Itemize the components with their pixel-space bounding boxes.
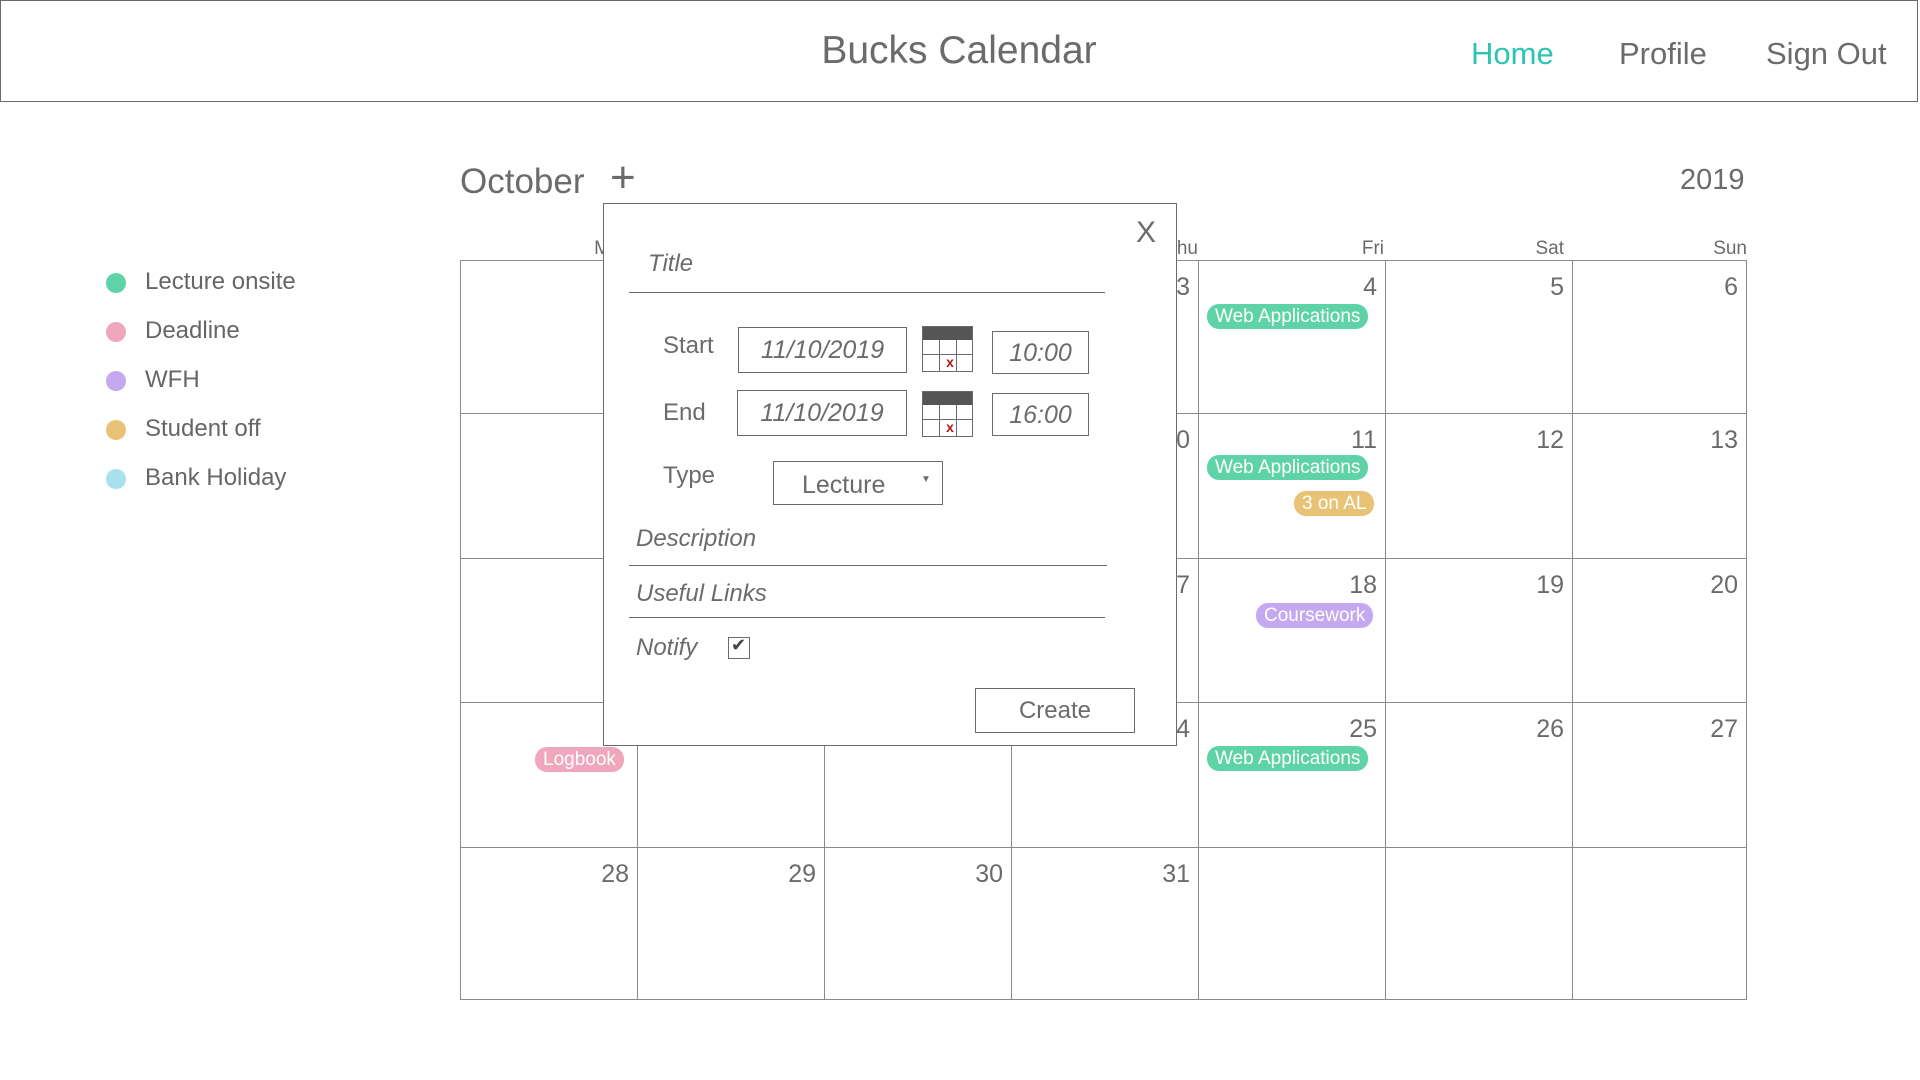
- create-button[interactable]: Create: [975, 688, 1135, 733]
- day-cell[interactable]: 31: [1012, 848, 1199, 999]
- event-3-on-al[interactable]: 3 on AL: [1294, 491, 1375, 516]
- start-date-input[interactable]: 11/10/2019: [738, 327, 907, 373]
- event-coursework[interactable]: Coursework: [1256, 603, 1374, 628]
- day-number: 13: [1710, 426, 1738, 454]
- create-event-modal: X Title Start 11/10/2019 x 10:00 End 11/…: [603, 203, 1177, 746]
- end-time-input[interactable]: 16:00: [992, 393, 1089, 436]
- day-cell[interactable]: 25: [1199, 703, 1386, 848]
- app-header: Bucks Calendar Home Profile Sign Out: [0, 0, 1918, 102]
- nav-signout-link[interactable]: Sign Out: [1766, 36, 1887, 72]
- legend-label: WFH: [145, 366, 200, 393]
- weekday-sat: Sat: [1535, 238, 1564, 259]
- event-logbook[interactable]: Logbook: [535, 747, 624, 772]
- close-modal-button[interactable]: X: [1136, 216, 1156, 250]
- day-cell[interactable]: [1199, 848, 1386, 999]
- day-cell[interactable]: 30: [825, 848, 1012, 999]
- student-off-color-dot: [106, 420, 126, 440]
- event-web-applications[interactable]: Web Applications: [1207, 455, 1369, 480]
- day-number: 7: [1176, 571, 1190, 599]
- day-number: 4: [1176, 715, 1190, 743]
- nav-home-link[interactable]: Home: [1471, 36, 1554, 72]
- bank-holiday-color-dot: [106, 469, 126, 489]
- day-cell[interactable]: 19: [1386, 559, 1573, 703]
- day-number: 30: [975, 860, 1003, 888]
- month-title: October: [460, 162, 585, 201]
- day-cell[interactable]: 28: [461, 848, 638, 999]
- day-cell[interactable]: 13: [1573, 414, 1746, 559]
- legend-label: Student off: [145, 415, 261, 442]
- day-number: 29: [788, 860, 816, 888]
- type-select-value: Lecture: [802, 471, 886, 499]
- day-cell[interactable]: 26: [1386, 703, 1573, 848]
- end-date-input[interactable]: 11/10/2019: [737, 390, 907, 436]
- weekday-fri: Fri: [1361, 238, 1384, 259]
- wfh-color-dot: [106, 371, 126, 391]
- add-event-button[interactable]: +: [610, 156, 636, 200]
- day-cell[interactable]: 12: [1386, 414, 1573, 559]
- day-cell[interactable]: [1386, 848, 1573, 999]
- type-select[interactable]: Lecture ▼: [773, 461, 943, 505]
- day-cell[interactable]: 5: [1386, 261, 1573, 414]
- notify-label: Notify: [636, 634, 698, 661]
- event-web-applications[interactable]: Web Applications: [1207, 304, 1369, 329]
- start-label: Start: [663, 332, 714, 359]
- day-cell[interactable]: 20: [1573, 559, 1746, 703]
- day-number: 11: [1351, 426, 1377, 454]
- useful-links-input[interactable]: Useful Links: [636, 580, 767, 608]
- caret-down-icon: ▼: [921, 474, 931, 485]
- day-number: 6: [1724, 273, 1738, 301]
- day-cell[interactable]: 27: [1573, 703, 1746, 848]
- title-underline: [629, 292, 1105, 293]
- description-input[interactable]: Description: [636, 525, 756, 553]
- lecture-onsite-color-dot: [106, 273, 126, 293]
- nav-profile-link[interactable]: Profile: [1619, 36, 1707, 72]
- title-input[interactable]: Title: [648, 250, 693, 278]
- notify-checkbox[interactable]: ✔: [728, 635, 750, 659]
- day-number: 25: [1349, 715, 1377, 743]
- legend-label: Lecture onsite: [145, 268, 296, 295]
- checkmark-icon: ✔: [731, 635, 747, 655]
- legend-label: Bank Holiday: [145, 464, 287, 491]
- day-number: 28: [601, 860, 629, 888]
- day-number: 4: [1363, 273, 1377, 301]
- event-web-applications[interactable]: Web Applications: [1207, 746, 1369, 771]
- year-label: 2019: [1680, 164, 1745, 196]
- day-number: 0: [1176, 426, 1190, 454]
- weekday-sun: Sun: [1713, 238, 1747, 259]
- legend-label: Deadline: [145, 317, 240, 344]
- description-underline: [629, 565, 1107, 566]
- day-cell[interactable]: [1573, 848, 1746, 999]
- start-time-input[interactable]: 10:00: [992, 331, 1089, 374]
- day-number: 3: [1176, 273, 1190, 301]
- day-cell[interactable]: 11: [1199, 414, 1386, 559]
- day-cell[interactable]: 6: [1573, 261, 1746, 414]
- day-cell[interactable]: 4: [1199, 261, 1386, 414]
- deadline-color-dot: [106, 322, 126, 342]
- day-cell[interactable]: 18: [1199, 559, 1386, 703]
- day-number: 31: [1162, 860, 1190, 888]
- plus-icon: +: [610, 153, 636, 202]
- day-cell[interactable]: 29: [638, 848, 825, 999]
- useful-links-underline: [629, 617, 1105, 618]
- day-number: 26: [1536, 715, 1564, 743]
- day-number: 5: [1550, 273, 1564, 301]
- type-label: Type: [663, 462, 716, 489]
- day-number: 19: [1536, 571, 1564, 599]
- day-number: 18: [1349, 571, 1377, 599]
- day-number: 20: [1710, 571, 1738, 599]
- day-number: 12: [1536, 426, 1564, 454]
- end-label: End: [663, 399, 706, 426]
- end-date-calendar-button[interactable]: x: [922, 391, 973, 437]
- start-date-calendar-button[interactable]: x: [922, 326, 973, 372]
- day-number: 27: [1710, 715, 1738, 743]
